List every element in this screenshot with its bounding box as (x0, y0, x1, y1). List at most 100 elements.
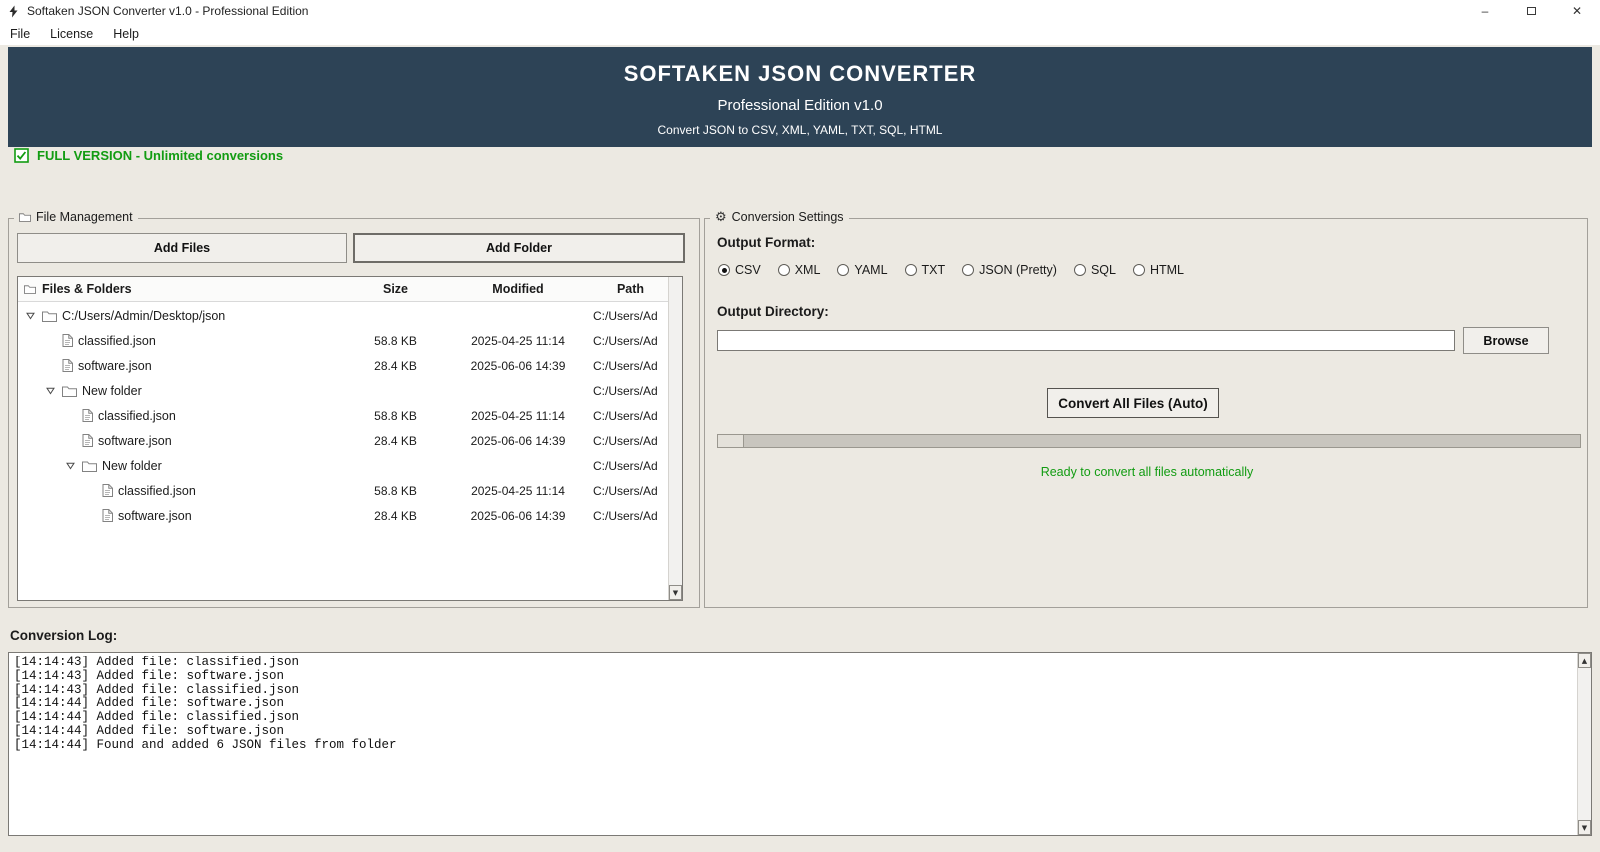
minimize-icon: – (1481, 4, 1489, 18)
close-icon: ✕ (1571, 4, 1583, 18)
format-radio-txt[interactable]: TXT (904, 263, 946, 277)
header-banner: SOFTAKEN JSON CONVERTER Professional Edi… (8, 47, 1592, 147)
browse-button[interactable]: Browse (1463, 327, 1549, 354)
file-icon (82, 434, 93, 447)
scroll-down-button[interactable]: ▼ (1578, 820, 1591, 835)
add-files-button[interactable]: Add Files (17, 233, 347, 263)
column-header-text: Files & Folders (42, 282, 132, 296)
add-folder-button[interactable]: Add Folder (353, 233, 685, 263)
conversion-settings-label: ⚙ Conversion Settings (710, 210, 849, 224)
format-options: CSV XML YAML TXT JSON (Pretty) SQL HTML (718, 263, 1184, 277)
format-label: TXT (921, 263, 946, 277)
file-tree: Files & Folders Size Modified Path C:/Us… (17, 276, 683, 601)
column-header-size[interactable]: Size (348, 282, 443, 296)
table-row[interactable]: classified.json 58.8 KB 2025-04-25 11:14 C:… (18, 328, 668, 353)
gear-icon: ⚙ (715, 209, 727, 225)
column-header-modified[interactable]: Modified (443, 282, 593, 296)
column-header-path[interactable]: Path (593, 282, 668, 296)
log-content: [14:14:43] Added file: classified.json [… (14, 656, 397, 752)
cell-size: 58.8 KB (374, 483, 417, 498)
convert-all-button[interactable]: Convert All Files (Auto) (1047, 388, 1219, 418)
arrow-down-icon: ▼ (672, 588, 679, 597)
close-button[interactable]: ✕ (1554, 0, 1600, 22)
row-label: software.json (118, 508, 192, 523)
format-label: YAML (854, 263, 888, 277)
file-management-group: File Management Add Files Add Folder Fil… (8, 210, 700, 608)
cell-name: New folder (18, 459, 348, 473)
format-label: CSV (735, 263, 761, 277)
progress-bar (717, 434, 1581, 448)
folder-small-icon (24, 284, 36, 294)
cell-path: C:/Users/Ad (593, 408, 658, 423)
scroll-down-button[interactable]: ▼ (669, 585, 682, 600)
row-label: classified.json (98, 408, 176, 423)
expand-toggle-icon[interactable] (24, 311, 37, 320)
format-radio-sql[interactable]: SQL (1073, 263, 1116, 277)
cell-size: 58.8 KB (374, 333, 417, 348)
cell-modified: 2025-06-06 14:39 (470, 508, 566, 523)
expand-toggle-icon[interactable] (64, 461, 77, 470)
expand-toggle-icon[interactable] (44, 386, 57, 395)
cell-modified: 2025-06-06 14:39 (470, 433, 566, 448)
window-controls: – ✕ (1462, 0, 1600, 22)
folder-icon (62, 385, 77, 397)
row-label: software.json (98, 433, 172, 448)
folder-small-icon (19, 212, 31, 222)
format-label: XML (794, 263, 821, 277)
cell-size: 28.4 KB (374, 358, 417, 373)
radio-icon (962, 264, 975, 276)
table-row[interactable]: classified.json 58.8 KB 2025-04-25 11:14 C:… (18, 403, 668, 428)
menu-item-help[interactable]: Help (103, 24, 149, 44)
cell-path: C:/Users/Ad (593, 308, 658, 323)
format-radio-xml[interactable]: XML (777, 263, 821, 277)
folder-icon (42, 310, 57, 322)
license-text: FULL VERSION - Unlimited conversions (37, 147, 284, 163)
table-row[interactable]: New folder C:/Users/Ad (18, 453, 668, 478)
format-radio-yaml[interactable]: YAML (837, 263, 888, 277)
table-row[interactable]: software.json 28.4 KB 2025-06-06 14:39 C:/U… (18, 428, 668, 453)
output-format-label: Output Format: (717, 235, 816, 250)
table-row[interactable]: C:/Users/Admin/Desktop/json C:/Users/Ad (18, 303, 668, 328)
table-row[interactable]: classified.json 58.8 KB 2025-04-25 11:14 C:… (18, 478, 668, 503)
file-icon (62, 334, 73, 347)
table-row[interactable]: software.json 28.4 KB 2025-06-06 14:39 C:/U… (18, 503, 668, 528)
title-bar: Softaken JSON Converter v1.0 - Professio… (0, 0, 1600, 22)
format-label: JSON (Pretty) (979, 263, 1057, 277)
row-label: classified.json (118, 483, 196, 498)
cell-name: New folder (18, 384, 348, 398)
format-label: SQL (1090, 263, 1116, 277)
file-icon (82, 409, 93, 422)
menu-item-file[interactable]: File (0, 24, 40, 44)
table-row[interactable]: software.json 28.4 KB 2025-06-06 14:39 C:/U… (18, 353, 668, 378)
radio-icon (1132, 264, 1145, 276)
column-header-files-folders[interactable]: Files & Folders (18, 282, 348, 296)
app-subtitle: Professional Edition v1.0 (717, 97, 883, 114)
cell-path: C:/Users/Ad (593, 433, 658, 448)
format-label: HTML (1149, 263, 1184, 277)
cell-modified: 2025-04-25 11:14 (471, 483, 565, 498)
radio-icon (904, 264, 917, 276)
cell-name: classified.json (18, 334, 348, 348)
row-label: New folder (102, 458, 162, 473)
format-radio-csv[interactable]: CSV (718, 263, 761, 277)
output-directory-input[interactable] (717, 330, 1455, 351)
conversion-log[interactable]: [14:14:43] Added file: classified.json [… (8, 652, 1592, 836)
cell-size: 58.8 KB (374, 408, 417, 423)
app-title: SOFTAKEN JSON CONVERTER (623, 61, 977, 86)
format-radio-html[interactable]: HTML (1132, 263, 1184, 277)
minimize-button[interactable]: – (1462, 0, 1508, 22)
radio-icon (1073, 264, 1086, 276)
row-label: C:/Users/Admin/Desktop/json (62, 308, 226, 323)
arrow-down-icon: ▼ (1581, 823, 1588, 832)
tree-scrollbar[interactable]: ▼ (668, 277, 682, 600)
file-icon (102, 484, 113, 497)
checkbox-checked-icon (14, 147, 29, 163)
cell-path: C:/Users/Ad (593, 483, 658, 498)
maximize-button[interactable] (1508, 0, 1554, 22)
menu-item-license[interactable]: License (40, 24, 103, 44)
table-row[interactable]: New folder C:/Users/Ad (18, 378, 668, 403)
log-scrollbar[interactable]: ▲ ▼ (1577, 653, 1591, 835)
format-radio-json-pretty[interactable]: JSON (Pretty) (962, 263, 1057, 277)
scroll-up-button[interactable]: ▲ (1578, 653, 1591, 668)
maximize-icon (1526, 7, 1536, 15)
